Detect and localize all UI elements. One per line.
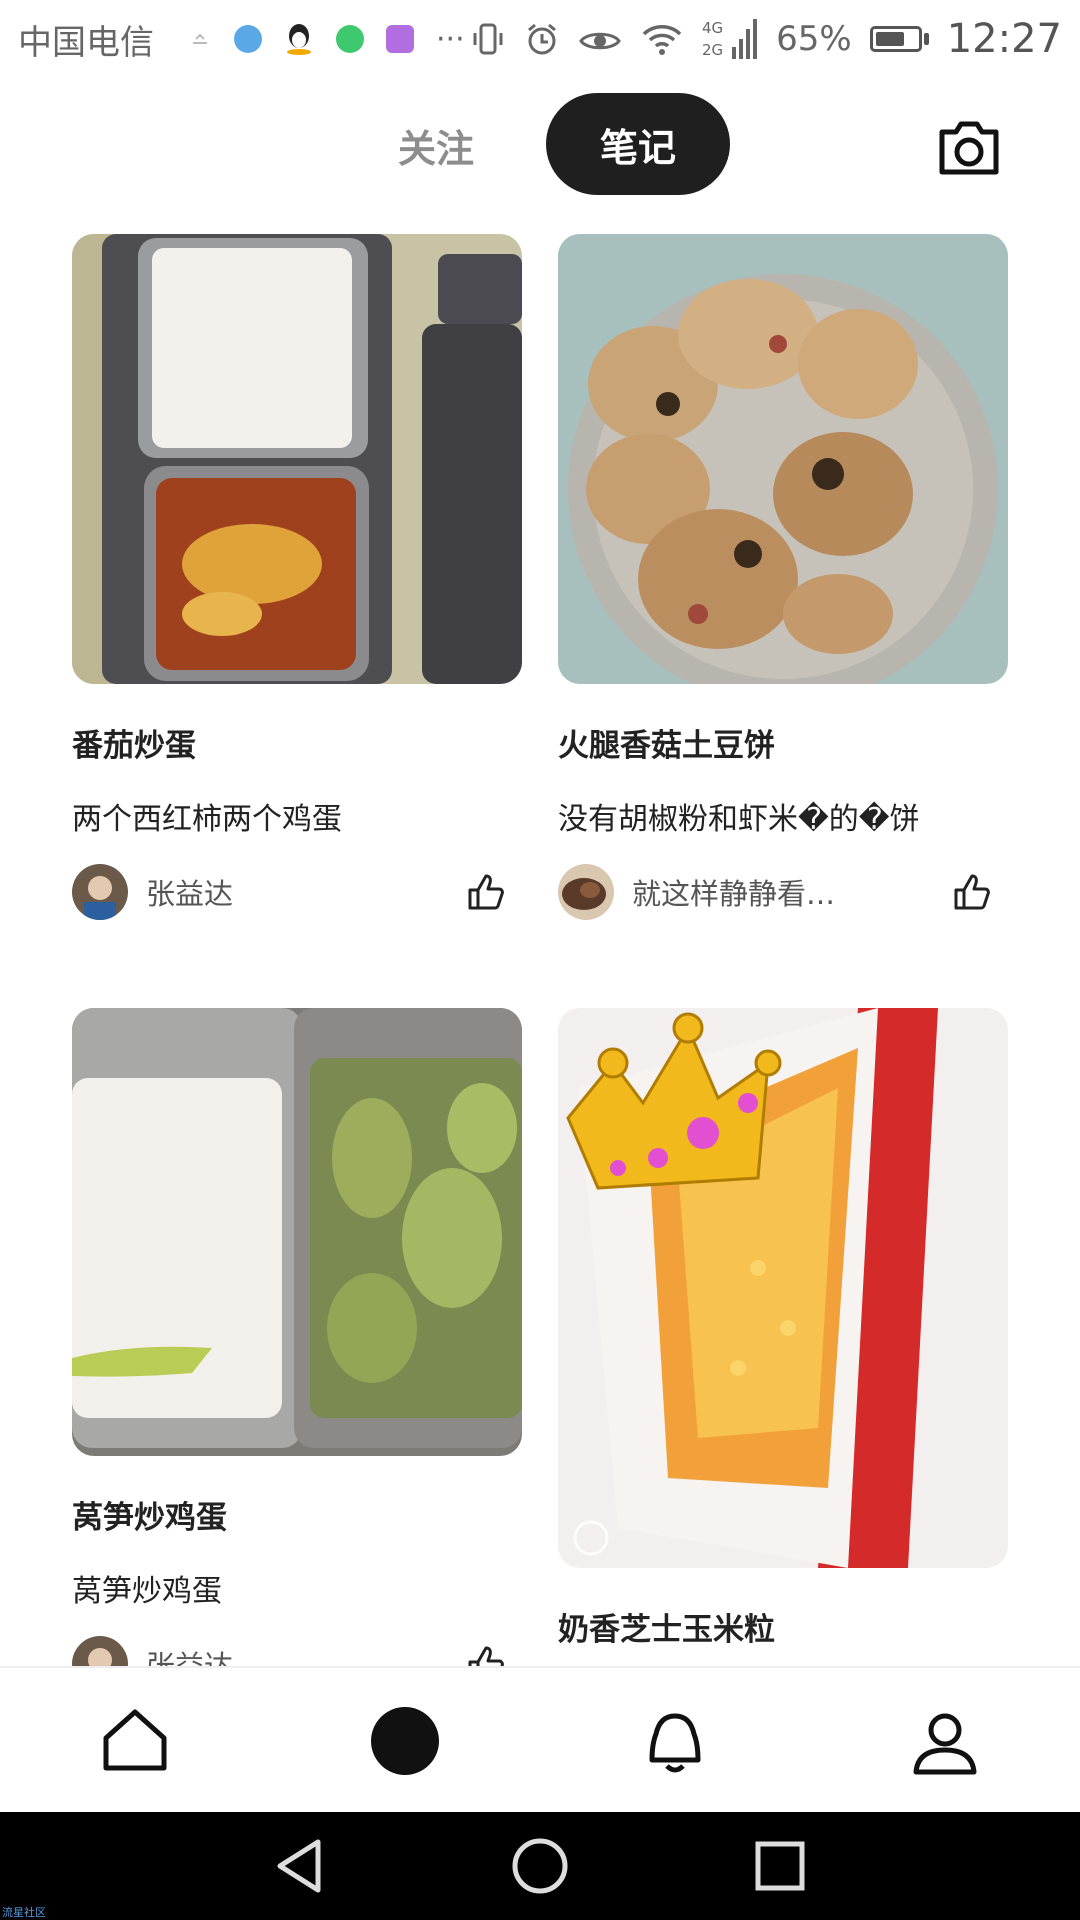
home-circle-icon[interactable] xyxy=(510,1836,570,1896)
qq-icon xyxy=(287,24,311,55)
note-cover-image[interactable] xyxy=(558,1008,1008,1568)
svg-text:2G: 2G xyxy=(702,41,723,59)
app-notification-icon xyxy=(234,25,262,53)
note-title: 奶香芝士玉米粒 xyxy=(558,1612,775,1648)
author-name[interactable]: 就这样静静看… xyxy=(632,871,835,913)
publish-dot-icon[interactable] xyxy=(368,1704,442,1778)
svg-text:4G: 4G xyxy=(702,19,723,37)
wechat-icon xyxy=(336,25,364,53)
vibrate-icon xyxy=(473,23,503,55)
recents-icon[interactable] xyxy=(750,1836,810,1896)
lettuce-rice-lunchbox-photo xyxy=(72,1008,522,1456)
tomato-egg-lunchbox-photo xyxy=(72,234,522,684)
home-icon[interactable] xyxy=(98,1704,172,1778)
note-title: 番茄炒蛋 xyxy=(72,728,196,764)
note-card[interactable]: 火腿香菇土豆饼 没有胡椒粉和虾米�的�饼 就这样静静看… xyxy=(558,234,1008,922)
top-bar: 关注 笔记 xyxy=(0,90,1080,200)
carrier-label: 中国电信 xyxy=(18,22,154,63)
avatar[interactable] xyxy=(558,864,614,920)
bell-icon[interactable] xyxy=(638,1704,712,1778)
eye-comfort-icon xyxy=(579,32,621,50)
clock: 12:27 xyxy=(946,16,1062,62)
note-cover-image[interactable] xyxy=(72,234,522,684)
upload-icon xyxy=(193,33,207,44)
wifi-icon xyxy=(642,25,682,55)
like-icon[interactable] xyxy=(464,870,508,914)
back-icon[interactable] xyxy=(270,1836,330,1896)
battery-icon xyxy=(869,26,929,52)
note-cover-image[interactable] xyxy=(72,1008,522,1456)
note-description: 莴笋炒鸡蛋 xyxy=(72,1574,222,1609)
system-nav-bar xyxy=(0,1812,1080,1920)
note-card[interactable]: 莴笋炒鸡蛋 莴笋炒鸡蛋 张益达 xyxy=(72,1008,522,1694)
note-description: 没有胡椒粉和虾米�的�饼 xyxy=(558,802,920,837)
signal-icon: 4G2G xyxy=(702,19,758,59)
notification-icons: ··· xyxy=(188,22,465,57)
camera-icon[interactable] xyxy=(932,110,1006,184)
profile-icon[interactable] xyxy=(908,1704,982,1778)
note-card[interactable]: 番茄炒蛋 两个西红柿两个鸡蛋 张益达 xyxy=(72,234,522,922)
alarm-icon xyxy=(528,23,557,55)
tab-notes[interactable]: 笔记 xyxy=(546,93,730,195)
note-description: 两个西红柿两个鸡蛋 xyxy=(72,802,342,837)
battery-percent: 65% xyxy=(776,19,852,59)
note-card[interactable]: 奶香芝士玉米粒 xyxy=(558,1008,1008,1648)
avatar[interactable] xyxy=(72,864,128,920)
bottom-tab-bar xyxy=(0,1666,1080,1814)
author-name[interactable]: 张益达 xyxy=(146,871,233,913)
watermark: 流星社区 xyxy=(2,1906,46,1919)
more-notifications-icon: ··· xyxy=(436,21,465,57)
status-bar: 中国电信 ··· 4G 2G 65% 12:27 xyxy=(0,0,1080,78)
note-title: 莴笋炒鸡蛋 xyxy=(72,1500,227,1536)
potato-pancakes-plate-photo xyxy=(558,234,1008,684)
note-cover-image[interactable] xyxy=(558,234,1008,684)
note-author[interactable]: 就这样静静看… xyxy=(558,862,1008,922)
like-icon[interactable] xyxy=(950,870,994,914)
tab-follow[interactable]: 关注 xyxy=(398,118,474,173)
note-author[interactable]: 张益达 xyxy=(72,862,522,922)
gallery-icon xyxy=(386,25,414,53)
cheese-corn-dish-photo xyxy=(558,1008,1008,1568)
note-title: 火腿香菇土豆饼 xyxy=(558,728,775,764)
